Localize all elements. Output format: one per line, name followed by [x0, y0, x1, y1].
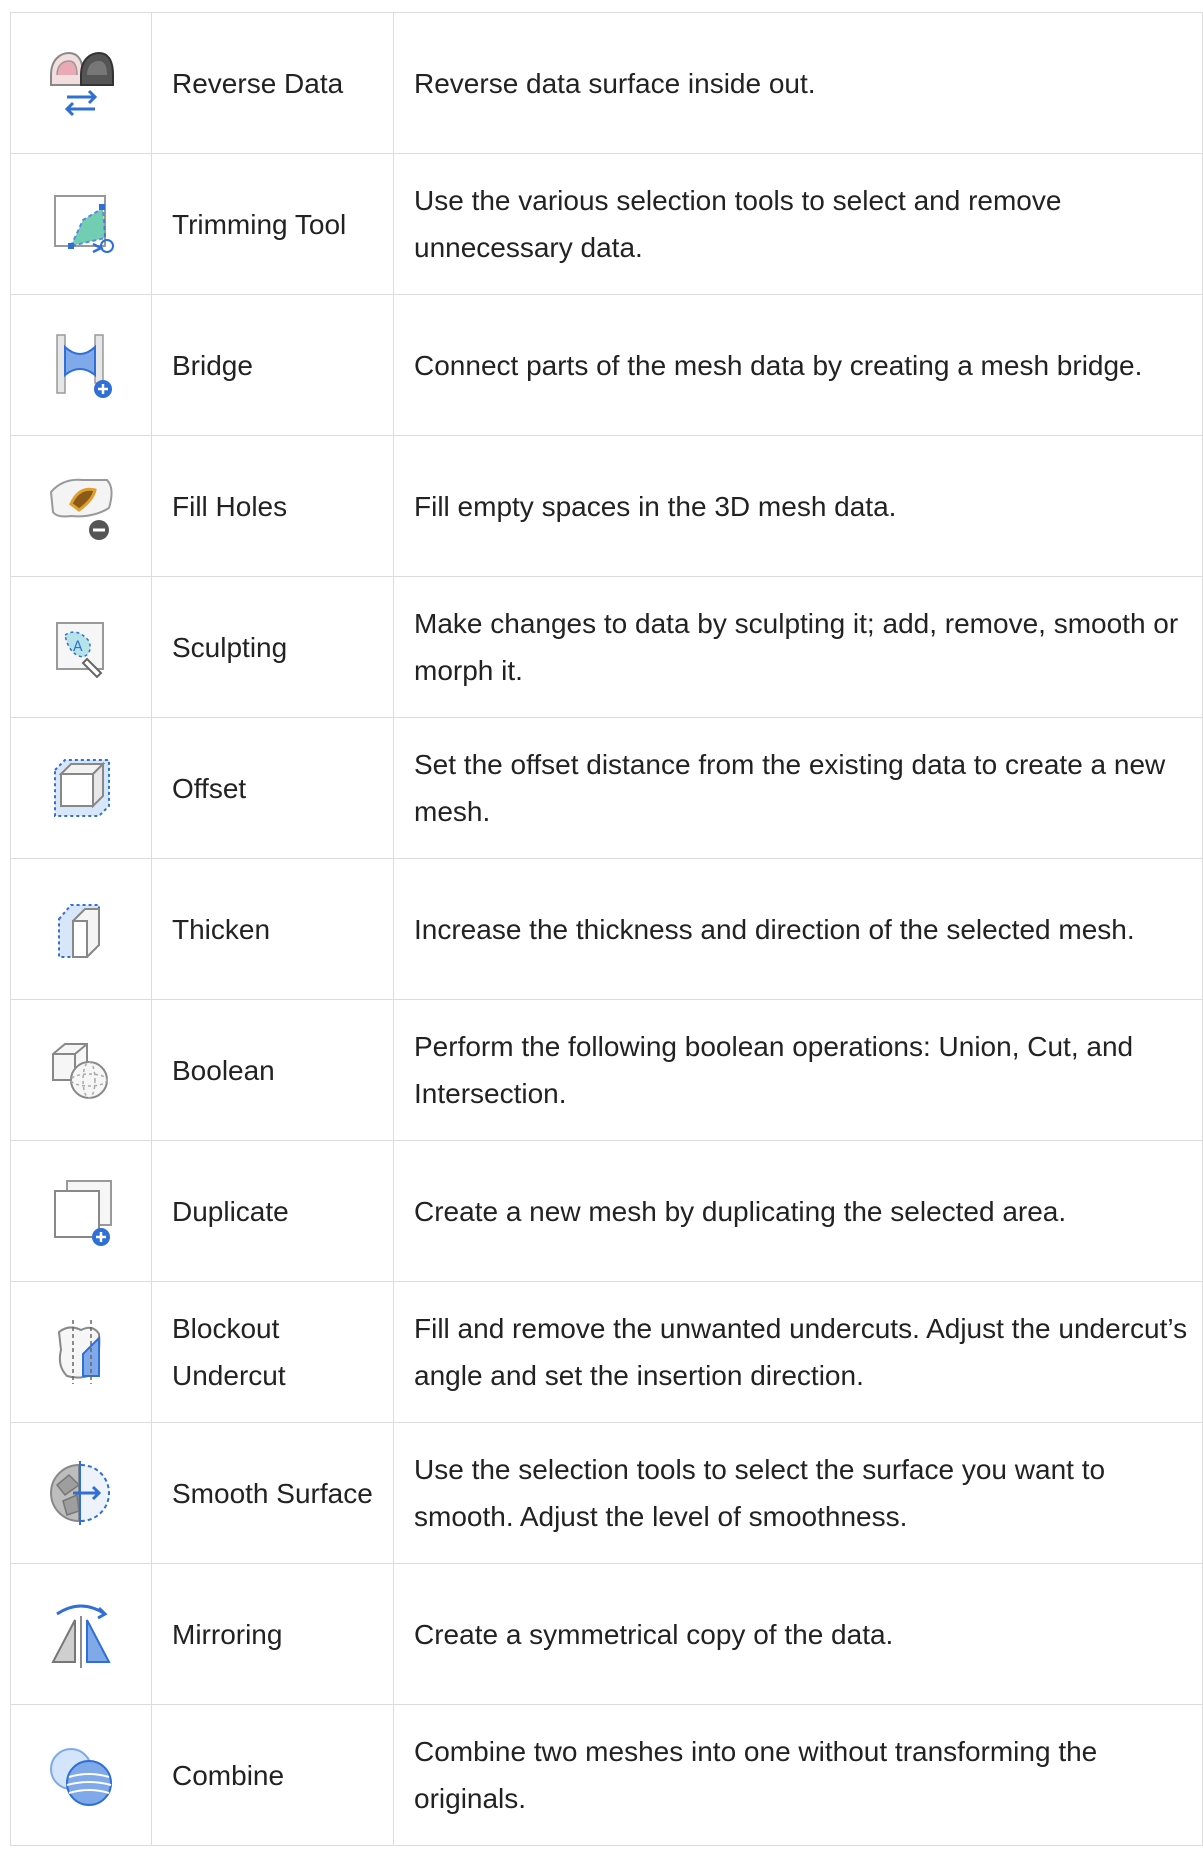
- tool-description: Make changes to data by sculpting it; ad…: [393, 576, 1203, 718]
- thicken-icon: [43, 891, 119, 967]
- tool-description: Reverse data surface inside out.: [393, 12, 1203, 154]
- sculpting-icon: A: [43, 609, 119, 685]
- offset-icon: [43, 750, 119, 826]
- table-row: Fill Holes Fill empty spaces in the 3D m…: [10, 435, 1203, 577]
- table-row: Bridge Connect parts of the mesh data by…: [10, 294, 1203, 436]
- tool-name: Trimming Tool: [151, 153, 394, 295]
- table-row: Mirroring Create a symmetrical copy of t…: [10, 1563, 1203, 1705]
- table-row: Combine Combine two meshes into one with…: [10, 1704, 1203, 1846]
- tool-name: Sculpting: [151, 576, 394, 718]
- tool-description: Connect parts of the mesh data by creati…: [393, 294, 1203, 436]
- tool-name: Boolean: [151, 999, 394, 1141]
- tool-name: Blockout Undercut: [151, 1281, 394, 1423]
- duplicate-icon: [43, 1173, 119, 1249]
- tool-description: Use the various selection tools to selec…: [393, 153, 1203, 295]
- tool-name: Offset: [151, 717, 394, 859]
- tools-table: Reverse Data Reverse data surface inside…: [10, 12, 1203, 1846]
- tool-name: Duplicate: [151, 1140, 394, 1282]
- tool-description: Perform the following boolean operations…: [393, 999, 1203, 1141]
- tool-description: Fill empty spaces in the 3D mesh data.: [393, 435, 1203, 577]
- tool-name: Reverse Data: [151, 12, 394, 154]
- table-row: Trimming Tool Use the various selection …: [10, 153, 1203, 295]
- tool-name: Mirroring: [151, 1563, 394, 1705]
- tool-description: Fill and remove the unwanted undercuts. …: [393, 1281, 1203, 1423]
- tool-name: Combine: [151, 1704, 394, 1846]
- mirroring-icon: [43, 1596, 119, 1672]
- tool-description: Use the selection tools to select the su…: [393, 1422, 1203, 1564]
- tool-description: Create a symmetrical copy of the data.: [393, 1563, 1203, 1705]
- tool-name: Bridge: [151, 294, 394, 436]
- combine-icon: [43, 1737, 119, 1813]
- tool-description: Set the offset distance from the existin…: [393, 717, 1203, 859]
- blockout-undercut-icon: [43, 1314, 119, 1390]
- table-row: Smooth Surface Use the selection tools t…: [10, 1422, 1203, 1564]
- trimming-tool-icon: [43, 186, 119, 262]
- bridge-icon: [43, 327, 119, 403]
- tool-name: Smooth Surface: [151, 1422, 394, 1564]
- fill-holes-icon: [43, 468, 119, 544]
- svg-text:A: A: [73, 639, 83, 655]
- tool-name: Fill Holes: [151, 435, 394, 577]
- tool-description: Increase the thickness and direction of …: [393, 858, 1203, 1000]
- table-row: Thicken Increase the thickness and direc…: [10, 858, 1203, 1000]
- tool-description: Combine two meshes into one without tran…: [393, 1704, 1203, 1846]
- table-row: Reverse Data Reverse data surface inside…: [10, 12, 1203, 154]
- tool-name: Thicken: [151, 858, 394, 1000]
- table-row: Blockout Undercut Fill and remove the un…: [10, 1281, 1203, 1423]
- table-row: Offset Set the offset distance from the …: [10, 717, 1203, 859]
- reverse-data-icon: [43, 45, 119, 121]
- tool-description: Create a new mesh by duplicating the sel…: [393, 1140, 1203, 1282]
- table-row: Duplicate Create a new mesh by duplicati…: [10, 1140, 1203, 1282]
- boolean-icon: [43, 1032, 119, 1108]
- table-row: A Sculpting Make changes to data by scul…: [10, 576, 1203, 718]
- smooth-surface-icon: [43, 1455, 119, 1531]
- table-row: Boolean Perform the following boolean op…: [10, 999, 1203, 1141]
